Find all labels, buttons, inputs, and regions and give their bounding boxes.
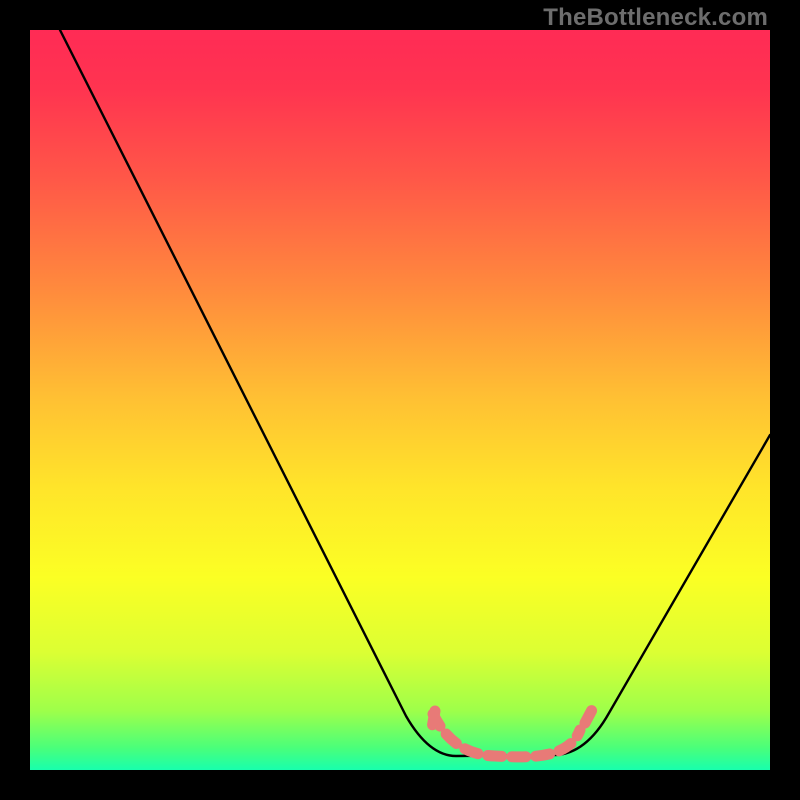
bottleneck-curve — [60, 30, 770, 756]
optimal-region-highlight — [432, 708, 593, 757]
watermark-text: TheBottleneck.com — [543, 4, 768, 32]
chart-frame — [30, 30, 770, 770]
curve-layer — [30, 30, 770, 770]
